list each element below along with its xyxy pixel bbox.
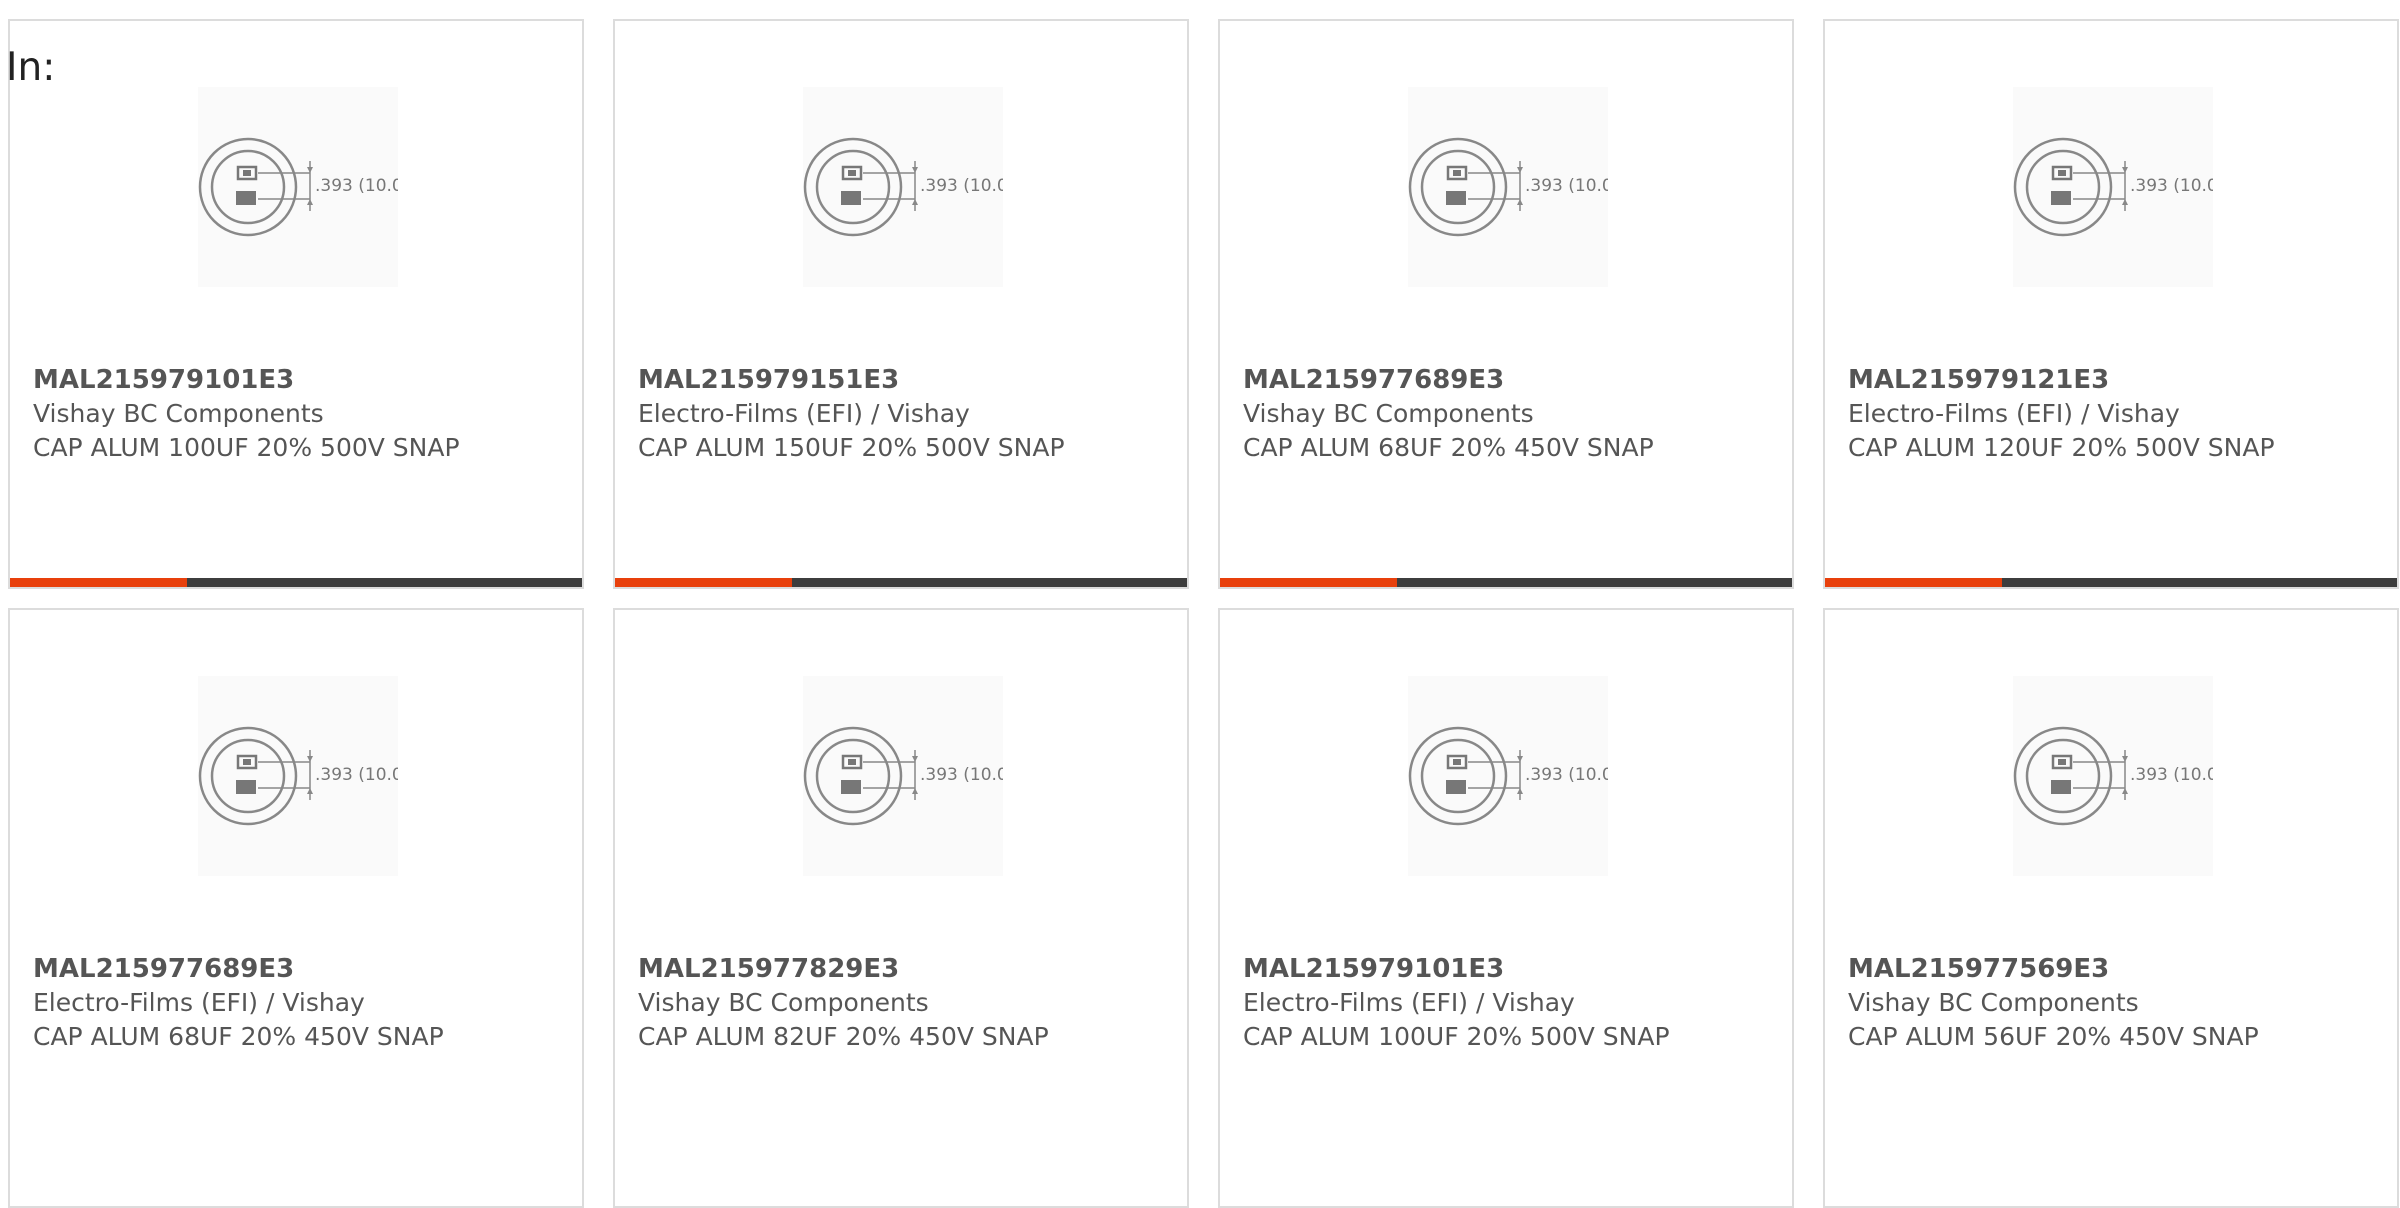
dimension-label: .393 (10.0) xyxy=(315,765,398,785)
part-number[interactable]: MAL215977689E3 xyxy=(1243,363,1683,397)
product-card[interactable]: .393 (10.0) MAL215979121E3 Electro-Films… xyxy=(1823,19,2399,589)
dimension-label: .393 (10.0) xyxy=(2130,176,2213,196)
part-description: CAP ALUM 120UF 20% 500V SNAP xyxy=(1848,433,2275,462)
capacitor-drawing-image[interactable]: .393 (10.0) xyxy=(2013,87,2213,287)
product-card[interactable]: .393 (10.0) MAL215977689E3 Vishay BC Com… xyxy=(1218,19,1794,589)
part-description: CAP ALUM 150UF 20% 500V SNAP xyxy=(638,433,1065,462)
accent-bar xyxy=(1825,578,2397,587)
capacitor-drawing-image[interactable]: .393 (10.0) xyxy=(1408,87,1608,287)
part-number[interactable]: MAL215979121E3 xyxy=(1848,363,2288,397)
manufacturer: Vishay BC Components xyxy=(1848,988,2139,1017)
part-description: CAP ALUM 68UF 20% 450V SNAP xyxy=(1243,433,1654,462)
dimension-label: .393 (10.0) xyxy=(1525,765,1608,785)
manufacturer: Vishay BC Components xyxy=(33,399,324,428)
manufacturer: Electro-Films (EFI) / Vishay xyxy=(33,988,365,1017)
part-description: CAP ALUM 82UF 20% 450V SNAP xyxy=(638,1022,1049,1051)
part-number[interactable]: MAL215977829E3 xyxy=(638,952,1078,986)
accent-bar xyxy=(615,578,1187,587)
product-card[interactable]: .393 (10.0) MAL215979101E3 Electro-Films… xyxy=(1218,608,1794,1208)
dimension-label: .393 (10.0) xyxy=(920,176,1003,196)
capacitor-drawing-image[interactable]: .393 (10.0) xyxy=(803,676,1003,876)
product-card[interactable]: .393 (10.0) MAL215979101E3 Vishay BC Com… xyxy=(8,19,584,589)
accent-bar xyxy=(10,578,582,587)
manufacturer: Vishay BC Components xyxy=(638,988,929,1017)
manufacturer: Electro-Films (EFI) / Vishay xyxy=(638,399,970,428)
part-number[interactable]: MAL215979151E3 xyxy=(638,363,1078,397)
capacitor-drawing-image[interactable]: .393 (10.0) xyxy=(198,87,398,287)
capacitor-drawing-image[interactable]: .393 (10.0) xyxy=(198,676,398,876)
page-label: In: xyxy=(6,45,56,90)
product-card[interactable]: .393 (10.0) MAL215977829E3 Vishay BC Com… xyxy=(613,608,1189,1208)
accent-bar-fill xyxy=(1825,578,2003,587)
part-description: CAP ALUM 100UF 20% 500V SNAP xyxy=(33,433,460,462)
part-number[interactable]: MAL215979101E3 xyxy=(1243,952,1683,986)
manufacturer: Electro-Films (EFI) / Vishay xyxy=(1848,399,2180,428)
part-description: CAP ALUM 100UF 20% 500V SNAP xyxy=(1243,1022,1670,1051)
product-card[interactable]: .393 (10.0) MAL215979151E3 Electro-Films… xyxy=(613,19,1189,589)
dimension-label: .393 (10.0) xyxy=(2130,765,2213,785)
accent-bar-fill xyxy=(1220,578,1398,587)
product-card[interactable]: .393 (10.0) MAL215977689E3 Electro-Films… xyxy=(8,608,584,1208)
dimension-label: .393 (10.0) xyxy=(920,765,1003,785)
accent-bar-fill xyxy=(615,578,793,587)
part-description: CAP ALUM 56UF 20% 450V SNAP xyxy=(1848,1022,2259,1051)
capacitor-drawing-image[interactable]: .393 (10.0) xyxy=(1408,676,1608,876)
part-number[interactable]: MAL215977689E3 xyxy=(33,952,473,986)
part-number[interactable]: MAL215977569E3 xyxy=(1848,952,2288,986)
capacitor-drawing-image[interactable]: .393 (10.0) xyxy=(803,87,1003,287)
accent-bar xyxy=(1220,578,1792,587)
part-number[interactable]: MAL215979101E3 xyxy=(33,363,473,397)
part-description: CAP ALUM 68UF 20% 450V SNAP xyxy=(33,1022,444,1051)
dimension-label: .393 (10.0) xyxy=(315,176,398,196)
dimension-label: .393 (10.0) xyxy=(1525,176,1608,196)
manufacturer: Electro-Films (EFI) / Vishay xyxy=(1243,988,1575,1017)
product-grid: .393 (10.0) MAL215979101E3 Vishay BC Com… xyxy=(8,19,2400,1208)
manufacturer: Vishay BC Components xyxy=(1243,399,1534,428)
product-card[interactable]: .393 (10.0) MAL215977569E3 Vishay BC Com… xyxy=(1823,608,2399,1208)
capacitor-drawing-image[interactable]: .393 (10.0) xyxy=(2013,676,2213,876)
accent-bar-fill xyxy=(10,578,188,587)
